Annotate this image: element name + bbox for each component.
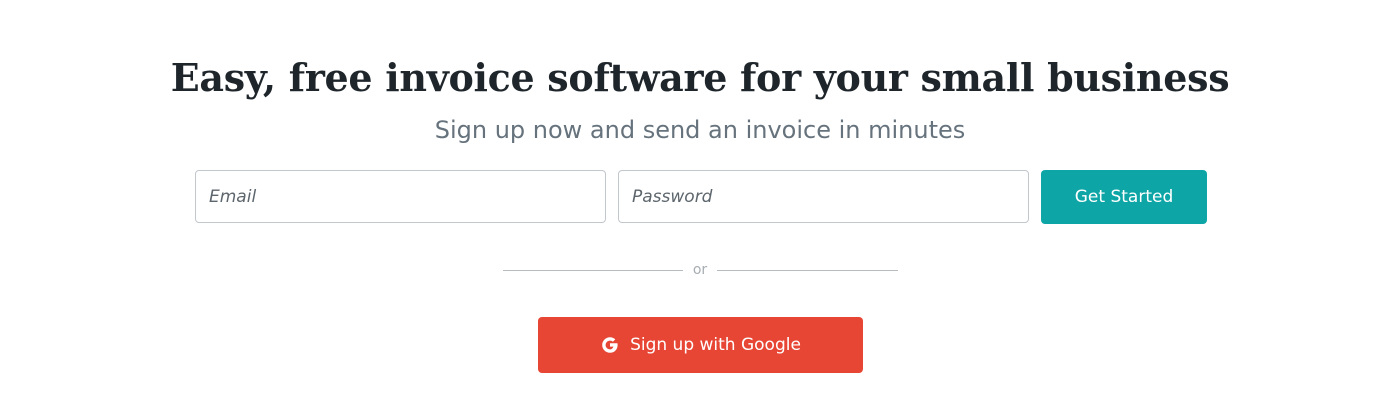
divider-line-right [717,270,898,271]
divider-line-left [503,270,683,271]
google-signup-button[interactable]: Sign up with Google [538,317,863,373]
get-started-button[interactable]: Get Started [1041,170,1207,224]
page-title: Easy, free invoice software for your sma… [170,55,1230,100]
email-field[interactable] [195,170,606,223]
password-field[interactable] [618,170,1029,223]
google-g-icon [600,335,620,355]
google-signup-label: Sign up with Google [630,335,801,355]
page-subtitle: Sign up now and send an invoice in minut… [434,116,966,144]
divider-or-label: or [692,262,708,278]
